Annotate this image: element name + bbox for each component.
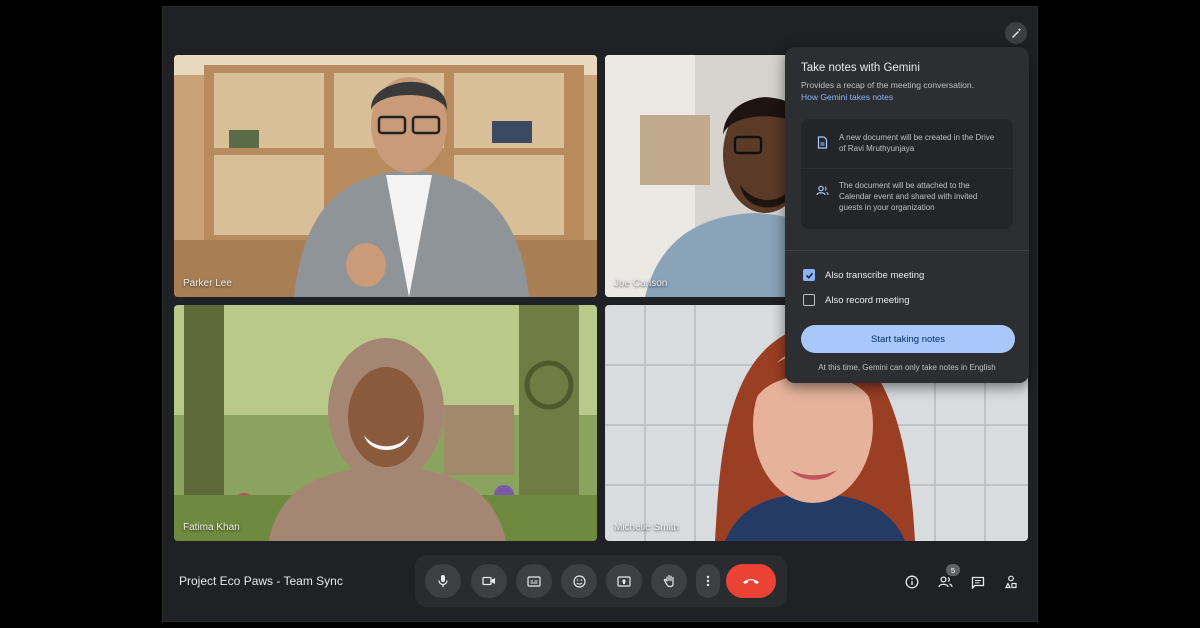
video-feed bbox=[174, 305, 597, 541]
captions-button[interactable] bbox=[516, 564, 552, 598]
participant-name: Fatima Khan bbox=[183, 522, 240, 533]
present-icon bbox=[617, 575, 631, 587]
panel-title: Take notes with Gemini bbox=[801, 62, 920, 74]
panel-description: Provides a recap of the meeting conversa… bbox=[801, 80, 974, 90]
info-text: A new document will be created in the Dr… bbox=[839, 133, 995, 154]
people-icon bbox=[937, 576, 953, 588]
pencil-sparkle-icon bbox=[1012, 28, 1022, 38]
info-icon bbox=[905, 575, 919, 589]
hang-up-button[interactable] bbox=[726, 564, 776, 598]
raise-hand-button[interactable] bbox=[651, 564, 687, 598]
mic-button[interactable] bbox=[425, 564, 461, 598]
record-checkbox[interactable] bbox=[803, 294, 815, 306]
video-feed bbox=[174, 55, 597, 297]
meeting-title: Project Eco Paws - Team Sync bbox=[179, 574, 343, 588]
divider bbox=[801, 168, 1013, 169]
how-gemini-link[interactable]: How Gemini takes notes bbox=[801, 92, 893, 102]
checkmark-icon bbox=[805, 272, 813, 279]
more-options-button[interactable] bbox=[696, 564, 720, 598]
chat-icon bbox=[971, 576, 985, 589]
participant-tile-parker[interactable]: Parker Lee bbox=[174, 55, 597, 297]
present-button[interactable] bbox=[606, 564, 642, 598]
activities-icon bbox=[1005, 575, 1017, 589]
emoji-icon bbox=[572, 574, 586, 588]
meet-window: Parker Lee Joe Carlson Fatima Khan Miche… bbox=[162, 6, 1038, 622]
info-row-document: A new document will be created in the Dr… bbox=[801, 132, 1013, 162]
raise-hand-icon bbox=[663, 574, 674, 588]
chat-button[interactable] bbox=[967, 571, 989, 593]
participant-tile-fatima[interactable]: Fatima Khan bbox=[174, 305, 597, 541]
camera-button[interactable] bbox=[471, 564, 507, 598]
info-text: The document will be attached to the Cal… bbox=[839, 181, 978, 213]
activities-button[interactable] bbox=[1000, 571, 1022, 593]
panel-footer-note: At this time, Gemini can only take notes… bbox=[818, 363, 996, 372]
option-label: Also record meeting bbox=[825, 294, 910, 306]
transcribe-option[interactable]: Also transcribe meeting bbox=[803, 269, 924, 281]
mic-icon bbox=[438, 575, 448, 587]
more-options-icon bbox=[706, 575, 710, 587]
document-icon bbox=[815, 135, 829, 149]
call-controls bbox=[415, 555, 787, 607]
people-share-icon bbox=[815, 183, 829, 197]
gemini-notes-panel: Take notes with Gemini Provides a recap … bbox=[785, 47, 1029, 383]
info-row-sharing: The document will be attached to the Cal… bbox=[801, 180, 1013, 220]
emoji-button[interactable] bbox=[561, 564, 597, 598]
participant-count-badge: 5 bbox=[946, 564, 960, 576]
info-box: A new document will be created in the Dr… bbox=[801, 119, 1013, 229]
captions-icon bbox=[527, 575, 541, 587]
transcribe-checkbox[interactable] bbox=[803, 269, 815, 281]
participant-name: Michelle Smith bbox=[614, 522, 680, 533]
gemini-notes-button[interactable] bbox=[1005, 22, 1027, 44]
option-label: Also transcribe meeting bbox=[825, 269, 925, 281]
camera-icon bbox=[482, 576, 495, 586]
meeting-details-button[interactable] bbox=[901, 571, 923, 593]
hang-up-icon bbox=[743, 579, 759, 584]
divider bbox=[785, 250, 1029, 251]
participant-name: Joe Carlson bbox=[614, 278, 668, 289]
participant-name: Parker Lee bbox=[183, 278, 232, 289]
start-taking-notes-button[interactable]: Start taking notes bbox=[801, 325, 1015, 353]
record-option[interactable]: Also record meeting bbox=[803, 294, 909, 306]
